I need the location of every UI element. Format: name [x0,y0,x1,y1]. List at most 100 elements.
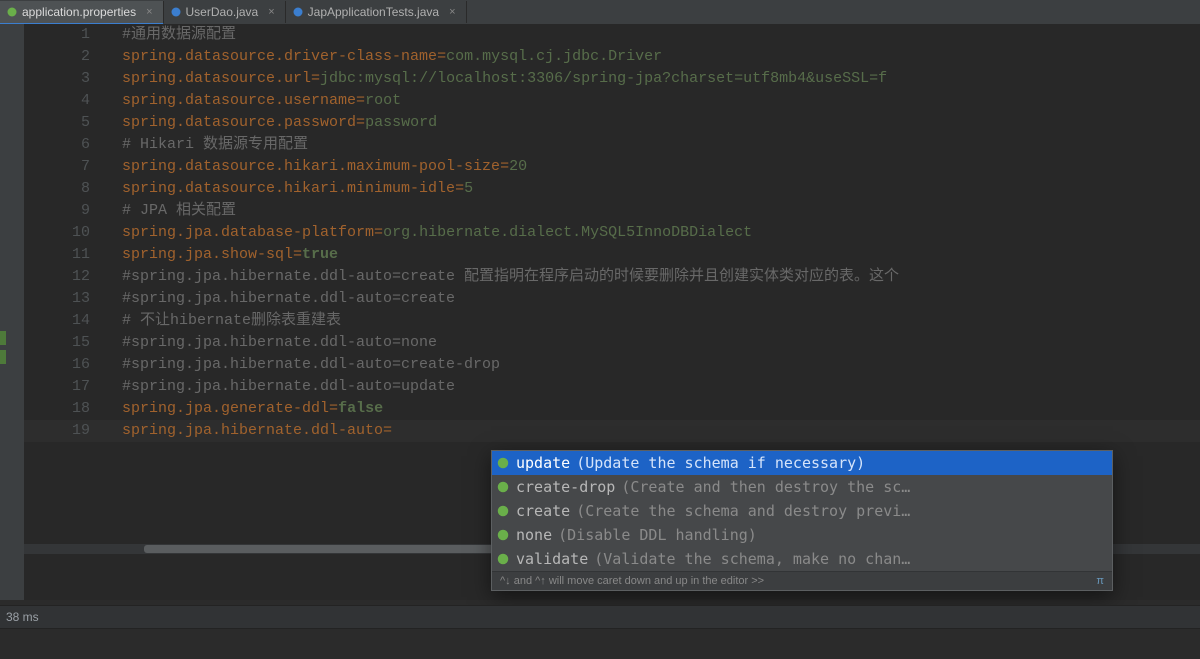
close-icon[interactable]: × [146,6,152,18]
tab-label: UserDao.java [186,5,259,19]
code-content[interactable]: #spring.jpa.hibernate.ddl-auto=create 配置… [110,266,1200,288]
gutter-vcs-marker [0,350,6,364]
java-class-icon [292,6,304,18]
line-number: 2 [24,46,110,68]
pi-icon[interactable]: π [1096,575,1104,587]
code-line[interactable]: 16 #spring.jpa.hibernate.ddl-auto=create… [24,354,1200,376]
autocomplete-item[interactable]: validate (Validate the schema, make no c… [492,547,1112,571]
code-line[interactable]: 9 # JPA 相关配置 [24,200,1200,222]
autocomplete-description: (Update the schema if necessary) [576,454,865,472]
line-number: 14 [24,310,110,332]
code-line[interactable]: 5 spring.datasource.password=password [24,112,1200,134]
code-content[interactable]: spring.jpa.database-platform=org.hiberna… [110,222,1200,244]
code-content[interactable]: #spring.jpa.hibernate.ddl-auto=create-dr… [110,354,1200,376]
line-number: 17 [24,376,110,398]
line-number: 5 [24,112,110,134]
autocomplete-description: (Create and then destroy the sc… [621,478,910,496]
line-number: 15 [24,332,110,354]
code-line[interactable]: 15 #spring.jpa.hibernate.ddl-auto=none [24,332,1200,354]
status-text: 38 ms [6,610,39,624]
line-number: 1 [24,24,110,46]
code-content[interactable]: spring.jpa.generate-ddl=false [110,398,1200,420]
code-content[interactable]: spring.datasource.driver-class-name=com.… [110,46,1200,68]
autocomplete-label: create [516,502,570,520]
tab-label: application.properties [22,5,136,19]
line-number: 8 [24,178,110,200]
code-line[interactable]: 1 #通用数据源配置 [24,24,1200,46]
line-number: 18 [24,398,110,420]
spring-leaf-icon [496,456,510,470]
line-number: 9 [24,200,110,222]
editor-tab[interactable]: JapApplicationTests.java × [286,1,467,23]
line-number: 10 [24,222,110,244]
spring-leaf-icon [496,528,510,542]
line-number: 4 [24,90,110,112]
code-content[interactable]: spring.jpa.show-sql=true [110,244,1200,266]
spring-leaf-icon [496,552,510,566]
code-line[interactable]: 14 # 不让hibernate删除表重建表 [24,310,1200,332]
status-bar: 38 ms [0,605,1200,629]
code-content[interactable]: #spring.jpa.hibernate.ddl-auto=create [110,288,1200,310]
editor-tab[interactable]: application.properties × [0,1,164,25]
line-number: 13 [24,288,110,310]
close-icon[interactable]: × [268,6,274,18]
code-content[interactable]: #通用数据源配置 [110,24,1200,46]
code-content[interactable]: spring.datasource.hikari.minimum-idle=5 [110,178,1200,200]
code-content[interactable]: # Hikari 数据源专用配置 [110,134,1200,156]
code-content[interactable]: #spring.jpa.hibernate.ddl-auto=update [110,376,1200,398]
autocomplete-popup: update (Update the schema if necessary) … [491,450,1113,591]
code-line[interactable]: 6 # Hikari 数据源专用配置 [24,134,1200,156]
code-line[interactable]: 11 spring.jpa.show-sql=true [24,244,1200,266]
code-content[interactable]: #spring.jpa.hibernate.ddl-auto=none [110,332,1200,354]
autocomplete-description: (Validate the schema, make no chan… [594,550,910,568]
code-line[interactable]: 19 spring.jpa.hibernate.ddl-auto= [24,420,1200,442]
autocomplete-item[interactable]: create (Create the schema and destroy pr… [492,499,1112,523]
autocomplete-item[interactable]: update (Update the schema if necessary) [492,451,1112,475]
close-icon[interactable]: × [449,6,455,18]
autocomplete-label: create-drop [516,478,615,496]
tab-label: JapApplicationTests.java [308,5,439,19]
code-content[interactable]: spring.datasource.password=password [110,112,1200,134]
code-content[interactable]: spring.datasource.url=jdbc:mysql://local… [110,68,1200,90]
code-line[interactable]: 7 spring.datasource.hikari.maximum-pool-… [24,156,1200,178]
code-line[interactable]: 10 spring.jpa.database-platform=org.hibe… [24,222,1200,244]
editor-tab[interactable]: UserDao.java × [164,1,286,23]
line-number: 7 [24,156,110,178]
line-number: 3 [24,68,110,90]
gutter-vcs-marker [0,331,6,345]
code-line[interactable]: 2 spring.datasource.driver-class-name=co… [24,46,1200,68]
code-line[interactable]: 8 spring.datasource.hikari.minimum-idle=… [24,178,1200,200]
code-content[interactable]: spring.datasource.username=root [110,90,1200,112]
autocomplete-item[interactable]: create-drop (Create and then destroy the… [492,475,1112,499]
left-tool-strip [0,24,25,600]
line-number: 19 [24,420,110,442]
autocomplete-hint-text: ^↓ and ^↑ will move caret down and up in… [500,575,764,587]
autocomplete-label: validate [516,550,588,568]
autocomplete-item[interactable]: none (Disable DDL handling) [492,523,1112,547]
code-content[interactable]: # JPA 相关配置 [110,200,1200,222]
line-number: 16 [24,354,110,376]
code-content[interactable]: # 不让hibernate删除表重建表 [110,310,1200,332]
spring-leaf-icon [496,480,510,494]
code-line[interactable]: 3 spring.datasource.url=jdbc:mysql://loc… [24,68,1200,90]
java-class-icon [170,6,182,18]
autocomplete-label: update [516,454,570,472]
autocomplete-label: none [516,526,552,544]
code-line[interactable]: 13 #spring.jpa.hibernate.ddl-auto=create [24,288,1200,310]
code-line[interactable]: 17 #spring.jpa.hibernate.ddl-auto=update [24,376,1200,398]
console-output[interactable]: 4.732 INFO 30892 --- [ main] o.hibernate… [0,629,1200,659]
line-number: 6 [24,134,110,156]
spring-leaf-icon [6,6,18,18]
autocomplete-hint-bar: ^↓ and ^↑ will move caret down and up in… [492,571,1112,590]
code-content[interactable]: spring.datasource.hikari.maximum-pool-si… [110,156,1200,178]
line-number: 11 [24,244,110,266]
autocomplete-description: (Create the schema and destroy previ… [576,502,910,520]
code-line[interactable]: 18 spring.jpa.generate-ddl=false [24,398,1200,420]
code-content[interactable]: spring.jpa.hibernate.ddl-auto= [110,420,1200,442]
code-line[interactable]: 12 #spring.jpa.hibernate.ddl-auto=create… [24,266,1200,288]
autocomplete-description: (Disable DDL handling) [558,526,757,544]
line-number: 12 [24,266,110,288]
editor-tab-strip: application.properties × UserDao.java × … [0,0,1200,25]
spring-leaf-icon [496,504,510,518]
code-line[interactable]: 4 spring.datasource.username=root [24,90,1200,112]
